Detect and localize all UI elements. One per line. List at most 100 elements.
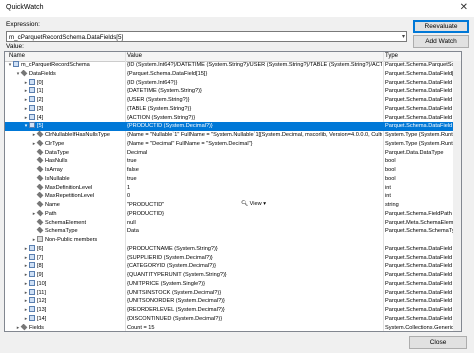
expression-label: Expression:	[6, 21, 40, 28]
collapse-arrow-icon[interactable]: ▾	[15, 70, 21, 79]
tree-row[interactable]: ▸ ClrType {Name = "Decimal" FullName = "Sy…	[5, 139, 461, 149]
value-cell: false	[127, 167, 139, 173]
chevron-down-icon[interactable]: ▾	[402, 33, 405, 40]
type-cell: Parquet.Schema.DataField	[385, 88, 453, 95]
tree-row[interactable]: ▸ Path {PRODUCTID} Parquet.Schema.FieldPath	[5, 209, 461, 219]
type-cell: Parquet.Schema.DataField	[385, 289, 453, 296]
property-wrench-icon	[36, 192, 44, 199]
row-name: MaxRepetitionLevel	[45, 193, 95, 200]
row-name: ClrNullableIfHasNullsType	[45, 132, 110, 138]
name-cell: ▾ m_cParquetRecordSchema	[5, 61, 126, 70]
property-wrench-icon	[36, 157, 44, 164]
tree-row[interactable]: Name "PRODUCTID" string 🔍︎ View ▾	[5, 201, 461, 210]
tree-row[interactable]: MaxRepetitionLevel 0 int	[5, 192, 461, 201]
value-cell: 0	[127, 193, 131, 200]
tree-row[interactable]: ▸ [0] {ID (System.Int64?)} Parquet.Schema.D…	[5, 78, 461, 88]
tree-row[interactable]: IsNullable true bool	[5, 174, 461, 184]
chevron-down-icon: ▾	[261, 201, 267, 207]
row-name: Name	[45, 202, 60, 208]
tree-row[interactable]: ▾ [5] {PRODUCTID (System.Decimal?)} Parquet…	[5, 122, 461, 131]
tree-row[interactable]: ▸ [13] {REORDERLEVEL (System.Decimal?)} Par…	[5, 306, 461, 315]
row-name: [5]	[37, 123, 44, 130]
value-cell: {PRODUCTID (System.Decimal?)}	[127, 123, 213, 130]
watch-grid[interactable]: Name Value Type ▾ m_cParquetRecordSchema{…	[4, 51, 462, 332]
row-name: DataType	[45, 149, 69, 156]
vertical-scrollbar[interactable]	[453, 61, 461, 331]
object-icon	[29, 288, 35, 295]
tree-row[interactable]: ▸ [10] {UNITPRICE (System.Single?)} Parquet…	[5, 279, 461, 289]
row-name: Path	[45, 210, 57, 217]
expand-arrow-icon[interactable]: ▸	[15, 324, 21, 332]
window-title: QuickWatch	[6, 4, 44, 11]
tree-row[interactable]: ▸ [2] {USER (System.String?)} Parquet.Schem…	[5, 96, 461, 105]
tree-row[interactable]: IsArray false bool	[5, 166, 461, 175]
property-wrench-icon	[36, 201, 44, 208]
tree-row[interactable]: ▾ m_cParquetRecordSchema {ID (System.Int64…	[5, 61, 461, 70]
tree-row[interactable]: ▸ Fields Count = 15 System.Collections.Gene…	[5, 323, 461, 332]
tree-row[interactable]: ▸ [6] {PRODUCTNAME (System.String?)} Parque…	[5, 244, 461, 254]
tree-row[interactable]: SchemaElement null Parquet.Meta.SchemaElem…	[5, 218, 461, 228]
tree-row[interactable]: ▸ [3] {TABLE (System.String?)} Parquet.Sche…	[5, 104, 461, 114]
tree-row[interactable]: ▸ [9] {QUANTITYPERUNIT (System.String?)} Pa…	[5, 271, 461, 280]
value-cell: {Name = "Decimal" FullName = "System.Dec…	[127, 140, 253, 147]
object-icon	[13, 61, 19, 67]
type-cell: Parquet.Schema.FieldPath	[385, 210, 452, 217]
tree-row[interactable]: ▸ [7] {SUPPLIERID (System.Decimal?)} Parque…	[5, 253, 461, 263]
type-cell: Parquet.Schema.DataField	[385, 280, 453, 287]
type-cell: Parquet.Schema.DataField	[385, 245, 453, 252]
type-cell: Parquet.Schema.DataField	[385, 114, 453, 121]
value-cell: Data	[127, 228, 139, 235]
type-cell: System.Collections.Generic.IRea...	[385, 324, 461, 331]
object-icon	[29, 262, 35, 269]
value-label: Value:	[6, 43, 24, 50]
close-icon[interactable]: ✕	[460, 2, 468, 13]
tree-row[interactable]: ▸ [11] {UNITSINSTOCK (System.Decimal?)} Par…	[5, 288, 461, 298]
expand-arrow-icon[interactable]: ▸	[31, 140, 37, 149]
tree-row[interactable]: ▸ [4] {ACTION (System.String?)} Parquet.Sch…	[5, 113, 461, 123]
expression-input[interactable]: m_cParquetRecordSchema.DataFields[5]	[6, 31, 407, 42]
type-cell: Parquet.Schema.DataField	[385, 315, 453, 322]
tree-row[interactable]: ▸ [14] {DISCONTINUED (System.Decimal?)} Par…	[5, 314, 461, 324]
value-cell: {ID (System.Int64?)}	[127, 79, 178, 86]
view-magnifier-icon[interactable]: 🔍︎ View ▾	[241, 201, 266, 207]
object-icon	[29, 96, 35, 102]
object-icon	[29, 253, 35, 260]
reevaluate-button[interactable]: Reevaluate	[413, 20, 469, 33]
type-cell: Parquet.Schema.DataField	[385, 79, 453, 86]
tree-row[interactable]: SchemaType Data Parquet.Schema.SchemaType	[5, 227, 461, 236]
expand-arrow-icon[interactable]: ▸	[31, 210, 37, 219]
name-cell: ▸ [11]	[5, 288, 142, 298]
tree-row[interactable]: MaxDefinitionLevel 1 int	[5, 183, 461, 193]
column-header-name[interactable]: Name	[9, 53, 25, 59]
column-header-value[interactable]: Value	[127, 53, 142, 59]
column-header-type[interactable]: Type	[385, 53, 398, 59]
value-cell: {Name = "Nullable`1" FullName = "System.…	[127, 132, 382, 138]
close-button[interactable]: Close	[409, 336, 467, 349]
row-name: m_cParquetRecordSchema	[21, 62, 90, 68]
name-cell: ▸ [2]	[5, 96, 142, 105]
property-wrench-icon	[36, 183, 44, 190]
tree-row[interactable]: ▸ [1] {DATETIME (System.String?)} Parquet.S…	[5, 87, 461, 96]
row-name: [11]	[37, 289, 46, 296]
type-cell: Parquet.Schema.ParquetSchema	[385, 62, 461, 68]
tree-row[interactable]: HasNulls true bool	[5, 157, 461, 166]
value-cell: {PRODUCTID}	[127, 210, 164, 217]
row-name: [14]	[37, 315, 47, 322]
property-wrench-icon	[36, 139, 44, 147]
add-watch-button[interactable]: Add Watch	[413, 35, 469, 48]
row-name: [3]	[37, 105, 44, 112]
property-wrench-icon	[20, 323, 28, 330]
tree-row[interactable]: DataType Decimal Parquet.Data.DataType	[5, 148, 461, 158]
tree-row[interactable]: ▸ [8] {CATEGORYID (System.Decimal?)} Parque…	[5, 262, 461, 271]
tree-row[interactable]: ▸ [12] {UNITSONORDER (System.Decimal?)} Par…	[5, 297, 461, 306]
tree-row[interactable]: ▸ ClrNullableIfHasNullsType {Name = "Nulla…	[5, 131, 461, 140]
type-cell: Parquet.Schema.DataField	[385, 97, 453, 103]
value-cell: {ACTION (System.String?)}	[127, 114, 196, 121]
name-cell: ▸ [3]	[5, 104, 142, 114]
tree-row[interactable]: ▸ Non-Public members	[5, 236, 461, 245]
type-cell: Parquet.Schema.DataField	[385, 307, 453, 313]
value-cell: {ID (System.Int64?)/DATETIME (System.Str…	[127, 62, 382, 68]
value-cell: Decimal	[127, 149, 148, 156]
tree-row[interactable]: ▾ DataFields {Parquet.Schema.DataField[15]…	[5, 69, 461, 79]
object-icon	[29, 113, 35, 120]
